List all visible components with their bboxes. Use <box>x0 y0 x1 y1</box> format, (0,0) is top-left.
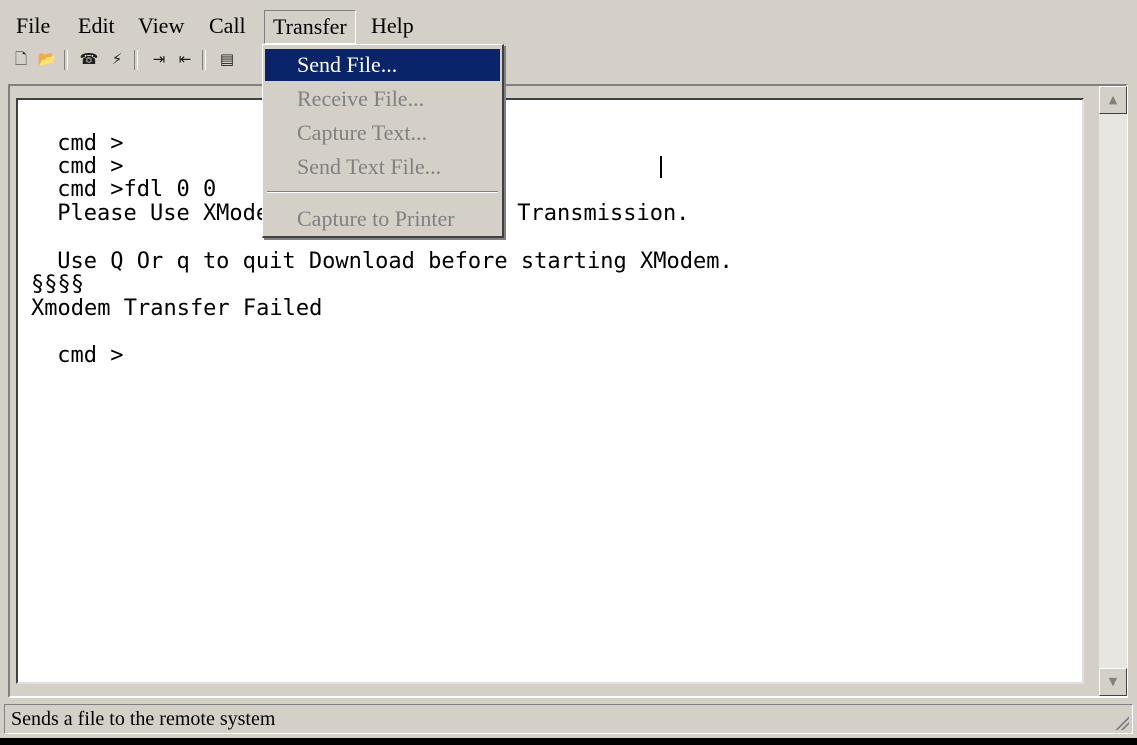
menu-item-send-text-file[interactable]: Send Text File... <box>265 151 500 183</box>
menu-file[interactable]: File <box>8 10 58 42</box>
terminal-line: Please Use XModem <box>44 201 283 226</box>
terminal-line: Use Q Or q to quit Download before start… <box>44 249 733 274</box>
menu-separator <box>267 191 498 193</box>
menu-call[interactable]: Call <box>201 10 254 42</box>
vertical-scrollbar[interactable]: ▲ ▼ <box>1099 86 1127 696</box>
menu-item-receive-file[interactable]: Receive File... <box>265 83 500 115</box>
toolbar-separator <box>64 50 68 70</box>
open-folder-icon[interactable]: 📂 <box>36 48 58 70</box>
text-cursor <box>660 156 662 178</box>
terminal-line: cmd >fdl 0 0 <box>44 177 217 202</box>
terminal-line: Xmodem Transfer Failed <box>31 296 323 321</box>
terminal-screen[interactable]: cmd > cmd > cmd >fdl 0 0 Please Use XMod… <box>16 98 1084 684</box>
menu-item-capture-text[interactable]: Capture Text... <box>265 117 500 149</box>
toolbar-separator <box>202 50 206 70</box>
terminal-line: cmd > <box>44 154 124 179</box>
menu-view[interactable]: View <box>130 10 192 42</box>
menu-bar: File Edit View Call Transfer Help <box>8 8 1131 44</box>
disconnect-icon[interactable]: ⚡ <box>106 48 128 70</box>
menu-help[interactable]: Help <box>363 10 422 42</box>
new-document-icon[interactable]: 🗋 <box>10 48 32 70</box>
terminal-line: §§§§ <box>31 272 84 297</box>
status-bar: Sends a file to the remote system <box>4 704 1133 734</box>
toolbar-separator <box>134 50 138 70</box>
menu-item-send-file[interactable]: Send File... <box>265 49 500 81</box>
transfer-dropdown-menu: Send File... Receive File... Capture Tex… <box>262 44 504 238</box>
scroll-up-icon[interactable]: ▲ <box>1099 86 1127 114</box>
menu-edit[interactable]: Edit <box>70 10 123 42</box>
hyperterminal-window: File Edit View Call Transfer Help 🗋 📂 ☎ … <box>0 0 1137 745</box>
status-text: Sends a file to the remote system <box>4 704 1133 734</box>
resize-grip-icon[interactable] <box>1115 716 1129 730</box>
window-bottom-edge <box>0 738 1137 745</box>
terminal-line: cmd > <box>44 343 124 368</box>
terminal-line: cmd > <box>44 131 124 156</box>
phone-icon[interactable]: ☎ <box>78 48 100 70</box>
terminal-line: Transmission. <box>504 201 690 226</box>
menu-item-capture-to-printer[interactable]: Capture to Printer <box>265 203 500 235</box>
send-icon[interactable]: ⇥ <box>148 48 170 70</box>
receive-icon[interactable]: ⇤ <box>174 48 196 70</box>
toolbar: 🗋 📂 ☎ ⚡ ⇥ ⇤ ▤ <box>8 44 258 76</box>
properties-icon[interactable]: ▤ <box>216 48 238 70</box>
menu-transfer[interactable]: Transfer <box>264 10 356 44</box>
scroll-down-icon[interactable]: ▼ <box>1099 668 1127 696</box>
